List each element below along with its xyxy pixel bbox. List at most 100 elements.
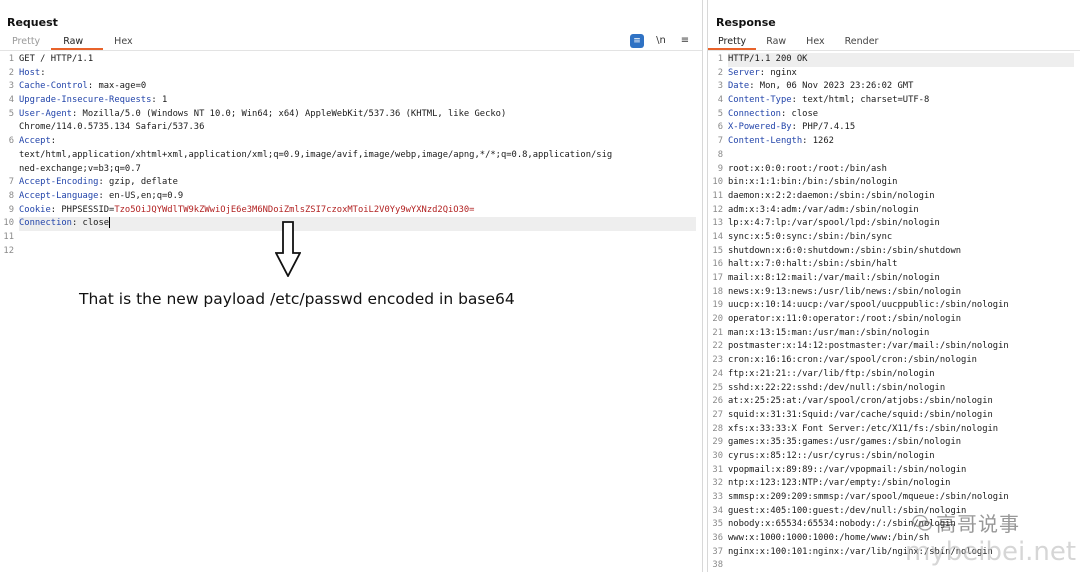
line-number: 38	[712, 560, 723, 571]
header-name: Date	[728, 81, 750, 92]
line-content: text/html,application/xhtml+xml,applicat…	[19, 149, 696, 163]
line-content: operator:x:11:0:operator:/root:/sbin/nol…	[728, 313, 1074, 327]
watermark-site: mybeibei.net	[905, 537, 1077, 567]
tab-hex[interactable]: Hex	[796, 34, 834, 50]
header-value: cyrus:x:85:12::/usr/cyrus:/sbin/nologin	[728, 450, 935, 461]
code-line: 35 nobody:x:65534:65534:nobody:/:/sbin/no…	[708, 518, 1080, 532]
line-content: squid:x:31:31:Squid:/var/cache/squid:/sb…	[728, 409, 1074, 423]
tab-pretty[interactable]: Pretty	[1, 34, 51, 50]
line-number: 10	[712, 177, 723, 188]
header-name: User-Agent	[19, 108, 72, 119]
code-line: 4 Upgrade-Insecure-Requests: 1	[0, 94, 702, 108]
header-value: vpopmail:x:89:89::/var/vpopmail:/sbin/no…	[728, 464, 967, 475]
header-value: lp:x:4:7:lp:/var/spool/lpd:/sbin/nologin	[728, 218, 940, 229]
wrap-lines-icon[interactable]: ≡	[630, 34, 644, 48]
header-value: GET / HTTP/1.1	[19, 54, 94, 64]
code-line: 32 ntp:x:123:123:NTP:/var/empty:/sbin/nol…	[708, 477, 1080, 491]
tab-raw[interactable]: Raw	[51, 34, 104, 50]
code-line: 28 xfs:x:33:33:X Font Server:/etc/X11/fs:…	[708, 423, 1080, 437]
line-number: 14	[712, 231, 723, 242]
code-line: 11	[0, 231, 702, 245]
line-number: 12	[712, 204, 723, 215]
line-content: X-Powered-By: PHP/7.4.15	[728, 121, 1074, 135]
code-line: 15 shutdown:x:6:0:shutdown:/sbin:/sbin/sh…	[708, 245, 1080, 259]
header-value: text/html,application/xhtml+xml,applicat…	[19, 149, 613, 160]
code-line: 26 at:x:25:25:at:/var/spool/cron/atjobs:/…	[708, 395, 1080, 409]
code-line: 16 halt:x:7:0:halt:/sbin:/sbin/halt	[708, 258, 1080, 272]
code-line: 3 Cache-Control: max-age=0	[0, 80, 702, 94]
code-line: 1 GET / HTTP/1.1	[0, 53, 702, 67]
code-line: 8	[708, 149, 1080, 163]
header-value: xfs:x:33:33:X Font Server:/etc/X11/fs:/s…	[728, 423, 999, 434]
code-line: 9 root:x:0:0:root:/root:/bin/ash	[708, 163, 1080, 177]
header-value: : Mon, 06 Nov 2023 23:26:02 GMT	[749, 81, 914, 92]
header-value: :	[50, 136, 57, 147]
tab-raw[interactable]: Raw	[756, 34, 796, 50]
header-value: root:x:0:0:root:/root:/bin/ash	[728, 163, 887, 174]
line-content: Chrome/114.0.5735.134 Safari/537.36	[19, 121, 696, 135]
header-value: Chrome/114.0.5735.134 Safari/537.36	[19, 122, 205, 133]
line-number: 18	[712, 286, 723, 297]
code-line: 25 sshd:x:22:22:sshd:/dev/null:/sbin/nolo…	[708, 382, 1080, 396]
code-line: 7 Content-Length: 1262	[708, 135, 1080, 149]
cookie-value: Tzo5OiJQYWdlTW9kZWwiOjE6e3M6NDoiZmlsZSI7…	[114, 204, 475, 215]
code-line: 14 sync:x:5:0:sync:/sbin:/bin/sync	[708, 231, 1080, 245]
header-value: ftp:x:21:21::/var/lib/ftp:/sbin/nologin	[728, 368, 935, 379]
header-value: : PHP/7.4.15	[791, 122, 856, 133]
header-value: : nginx	[759, 67, 797, 78]
line-number: 22	[712, 341, 723, 352]
code-line: 12	[0, 245, 702, 259]
code-line: 29 games:x:35:35:games:/usr/games:/sbin/n…	[708, 436, 1080, 450]
line-number: 8	[8, 190, 14, 201]
line-content: ftp:x:21:21::/var/lib/ftp:/sbin/nologin	[728, 368, 1074, 382]
newline-toggle-icon[interactable]: \n	[654, 34, 668, 48]
line-number: 5	[8, 108, 14, 119]
line-number: 31	[712, 464, 723, 475]
header-name: Content-Length	[728, 136, 803, 147]
line-content: halt:x:7:0:halt:/sbin:/sbin/halt	[728, 258, 1074, 272]
line-number: 37	[712, 546, 723, 557]
request-editor[interactable]: 1 GET / HTTP/1.1 2 Host: 3 Cache-Control: max…	[0, 53, 702, 572]
response-editor[interactable]: 1 HTTP/1.1 200 OK 2 Server: nginx 3 Date: Mon…	[708, 53, 1080, 572]
code-line: 6 Accept:	[0, 135, 702, 149]
code-line: 1 HTTP/1.1 200 OK	[708, 53, 1080, 67]
line-number: 20	[712, 314, 723, 325]
code-line: 27 squid:x:31:31:Squid:/var/cache/squid:/…	[708, 409, 1080, 423]
header-value: shutdown:x:6:0:shutdown:/sbin:/sbin/shut…	[728, 245, 962, 256]
tab-render[interactable]: Render	[835, 34, 889, 50]
tab-hex[interactable]: Hex	[103, 34, 143, 50]
code-line: 13 lp:x:4:7:lp:/var/spool/lpd:/sbin/nolog…	[708, 217, 1080, 231]
response-title: Response	[716, 16, 776, 29]
menu-icon[interactable]: ≡	[678, 34, 692, 48]
line-content: sync:x:5:0:sync:/sbin:/bin/sync	[728, 231, 1074, 245]
line-content: Accept-Encoding: gzip, deflate	[19, 176, 696, 190]
line-number: 35	[712, 519, 723, 530]
line-number: 28	[712, 423, 723, 434]
line-number: 16	[712, 259, 723, 270]
tab-pretty[interactable]: Pretty	[708, 34, 757, 50]
line-content: vpopmail:x:89:89::/var/vpopmail:/sbin/no…	[728, 464, 1074, 478]
line-content: Connection: close	[19, 217, 696, 231]
line-content: bin:x:1:1:bin:/bin:/sbin/nologin	[728, 176, 1074, 190]
line-number: 3	[717, 81, 723, 92]
line-content: man:x:13:15:man:/usr/man:/sbin/nologin	[728, 327, 1074, 341]
code-line: ned-exchange;v=b3;q=0.7	[0, 163, 702, 177]
header-value: news:x:9:13:news:/usr/lib/news:/sbin/nol…	[728, 286, 962, 297]
header-value: : max-age=0	[87, 81, 147, 92]
line-content: news:x:9:13:news:/usr/lib/news:/sbin/nol…	[728, 286, 1074, 300]
line-content: User-Agent: Mozilla/5.0 (Windows NT 10.0…	[19, 108, 696, 122]
line-number: 6	[8, 136, 14, 147]
code-line: 17 mail:x:8:12:mail:/var/mail:/sbin/nolog…	[708, 272, 1080, 286]
header-value: games:x:35:35:games:/usr/games:/sbin/nol…	[728, 437, 962, 448]
line-content: shutdown:x:6:0:shutdown:/sbin:/sbin/shut…	[728, 245, 1074, 259]
line-number: 13	[712, 218, 723, 229]
header-value: cron:x:16:16:cron:/var/spool/cron:/sbin/…	[728, 355, 977, 366]
line-content: Content-Type: text/html; charset=UTF-8	[728, 94, 1074, 108]
line-number: 15	[712, 245, 723, 256]
code-line: 11 daemon:x:2:2:daemon:/sbin:/sbin/nologi…	[708, 190, 1080, 204]
line-number: 10	[3, 218, 14, 229]
line-number: 26	[712, 396, 723, 407]
response-panel: Response Pretty Raw Hex Render 1 HTTP/1.1…	[707, 0, 1080, 572]
line-content: GET / HTTP/1.1	[19, 53, 696, 67]
line-number: 4	[717, 95, 723, 106]
